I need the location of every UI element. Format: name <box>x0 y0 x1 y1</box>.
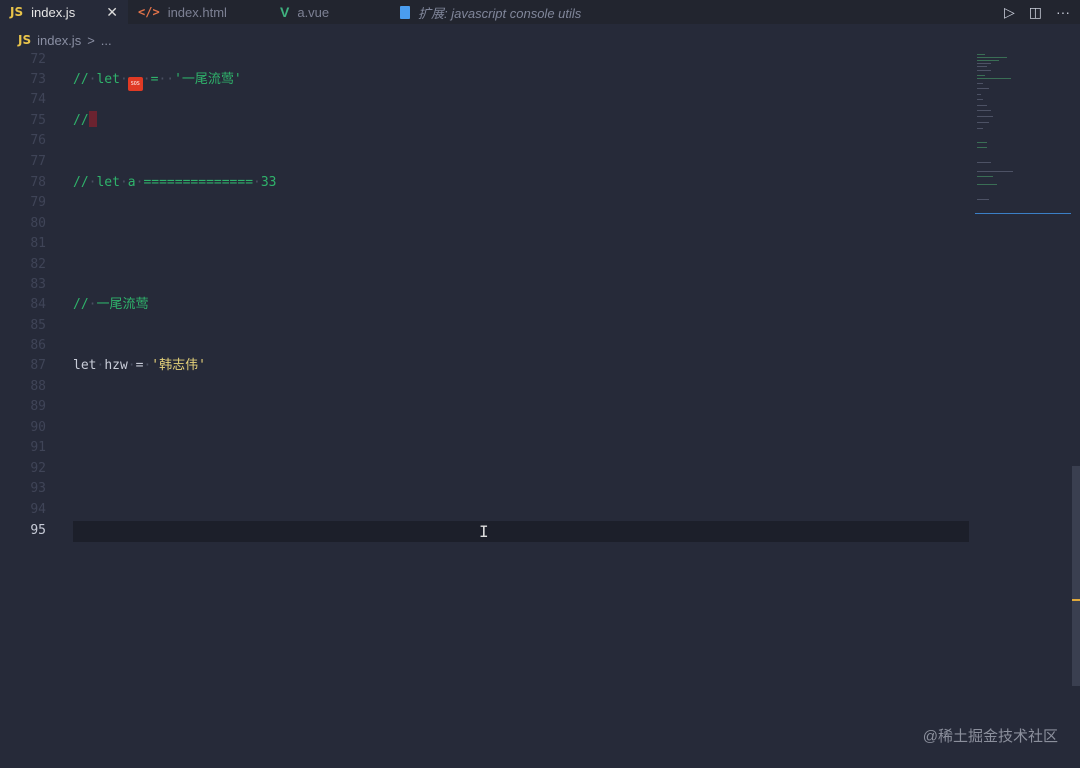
breadcrumb-file[interactable]: index.js <box>37 33 81 48</box>
breadcrumb: JS index.js > ... <box>0 28 1080 52</box>
line-number: 87 <box>30 358 46 373</box>
line-number-current: 95 <box>30 523 46 538</box>
line-number: 80 <box>30 216 46 231</box>
text-cursor-icon: I <box>479 522 489 541</box>
html-file-icon: </> <box>138 5 160 19</box>
tab-a-vue[interactable]: V a.vue <box>258 0 388 24</box>
comment-marker: // <box>73 297 89 312</box>
sos-emoji-icon: SOS <box>127 77 143 91</box>
tab-label: index.html <box>167 4 227 20</box>
variable-name: hzw <box>104 358 128 373</box>
line-number: 82 <box>30 257 46 272</box>
keyword: let <box>73 358 97 373</box>
code-line-84[interactable]: //·一尾流莺 <box>73 295 149 315</box>
line-number: 77 <box>30 154 46 169</box>
line-number: 94 <box>30 502 46 517</box>
current-line-highlight <box>73 521 969 542</box>
code-line-87[interactable]: let·hzw·=·'韩志伟' <box>73 356 206 376</box>
line-number: 81 <box>30 236 46 251</box>
code-editor[interactable]: 72 73 74 75 76 77 78 79 80 81 82 83 84 8… <box>0 52 970 768</box>
close-icon[interactable]: ✕ <box>106 4 118 21</box>
line-number: 93 <box>30 481 46 496</box>
line-number: 88 <box>30 379 46 394</box>
tab-label: 扩展: javascript console utils <box>418 5 582 21</box>
more-actions-icon[interactable]: ··· <box>1056 4 1070 20</box>
comment-text: let <box>96 175 120 190</box>
tab-index-js[interactable]: JS index.js ✕ <box>0 0 128 24</box>
line-number: 73 <box>30 72 46 87</box>
comment-text: a <box>127 175 136 190</box>
comment-text: '一尾流莺' <box>174 72 242 87</box>
comment-text: 一尾流莺 <box>96 297 149 312</box>
comment-text: 33 <box>260 175 277 190</box>
line-number: 85 <box>30 318 46 333</box>
line-number: 89 <box>30 399 46 414</box>
line-number: 78 <box>30 175 46 190</box>
run-icon[interactable]: ▷ <box>1004 4 1015 21</box>
js-file-icon: JS <box>18 33 32 47</box>
line-number: 75 <box>30 113 46 128</box>
comment-text: ============== <box>143 175 254 190</box>
js-file-icon: JS <box>10 5 24 19</box>
code-line-78[interactable]: //·let·a·==============·33 <box>73 173 277 193</box>
chevron-right-icon: > <box>87 32 95 48</box>
line-number: 90 <box>30 420 46 435</box>
comment-text: let <box>96 72 120 87</box>
string-literal: '韩志伟' <box>151 358 206 373</box>
line-number: 76 <box>30 133 46 148</box>
line-number: 84 <box>30 297 46 312</box>
line-number: 79 <box>30 195 46 210</box>
line-number: 74 <box>30 92 46 107</box>
watermark: @稀土掘金技术社区 <box>922 728 1058 745</box>
tab-index-html[interactable]: </> index.html <box>128 0 258 24</box>
line-number: 72 <box>30 52 46 67</box>
tab-label: a.vue <box>297 4 330 20</box>
vue-file-icon: V <box>280 4 290 20</box>
line-number: 92 <box>30 461 46 476</box>
comment-marker: // <box>73 175 89 190</box>
split-editor-icon[interactable]: ◫ <box>1029 4 1042 21</box>
tab-bar: JS index.js ✕ </> index.html V a.vue 扩展:… <box>0 0 1080 24</box>
comment-marker: // <box>73 113 89 128</box>
line-number: 86 <box>30 338 46 353</box>
vertical-scrollbar[interactable] <box>1072 466 1080 686</box>
file-icon <box>400 5 410 19</box>
minimap-viewport-indicator <box>975 213 1071 214</box>
tab-extension[interactable]: 扩展: javascript console utils <box>388 0 591 24</box>
code-line-73[interactable]: //·let· SOS ·=··'一尾流莺' <box>73 70 242 91</box>
line-number: 91 <box>30 440 46 455</box>
line-number: 83 <box>30 277 46 292</box>
code-line-75[interactable]: // <box>73 111 97 131</box>
comment-marker: // <box>73 72 89 87</box>
scrollbar-marker <box>1072 599 1080 601</box>
minimap[interactable] <box>975 52 1071 222</box>
selection-marker <box>88 111 97 127</box>
breadcrumb-more[interactable]: ... <box>101 33 112 48</box>
tab-label: index.js <box>31 4 76 20</box>
